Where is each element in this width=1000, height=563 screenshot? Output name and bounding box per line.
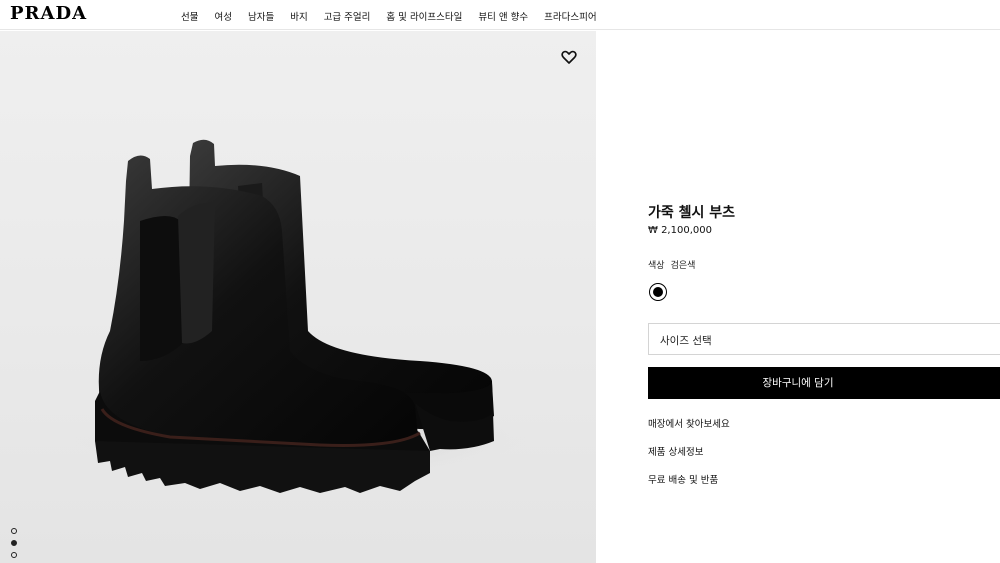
top-navigation-bar: PRADA 선물 여성 남자들 바지 고급 주얼리 홈 및 라이프스타일 뷰티 … [0, 0, 1000, 30]
nav-item-pradasphere[interactable]: 프라다스피어 [544, 9, 596, 23]
shipping-returns-link[interactable]: 무료 배송 및 반품 [648, 472, 718, 486]
nav-item-gifts[interactable]: 선물 [181, 9, 198, 23]
product-price: ₩ 2,100,000 [648, 225, 712, 236]
product-details-link[interactable]: 제품 상세정보 [648, 444, 703, 458]
nav-item-pants[interactable]: 바지 [290, 9, 307, 23]
color-swatch-black[interactable] [649, 283, 667, 301]
nav-item-home-lifestyle[interactable]: 홈 및 라이프스타일 [386, 9, 462, 23]
gallery-dot-2[interactable] [11, 540, 17, 546]
product-image-boots [70, 139, 530, 493]
nav-item-men[interactable]: 남자들 [248, 9, 274, 23]
product-title: 가죽 첼시 부츠 [648, 205, 736, 221]
gallery-dot-1[interactable] [11, 528, 17, 534]
color-value: 검은색 [670, 261, 696, 271]
main-nav: 선물 여성 남자들 바지 고급 주얼리 홈 및 라이프스타일 뷰티 앤 향수 프… [181, 9, 597, 23]
product-info-panel: 가죽 첼시 부츠 ₩ 2,100,000 색상 검은색 사이즈 선택 장바구니에 … [596, 31, 1000, 563]
gallery-pagination [11, 528, 17, 558]
nav-item-beauty-fragrance[interactable]: 뷰티 앤 향수 [478, 9, 528, 23]
wishlist-heart-icon[interactable] [560, 48, 578, 66]
find-in-store-link[interactable]: 매장에서 찾아보세요 [648, 416, 730, 430]
add-to-cart-button[interactable]: 장바구니에 담기 [648, 367, 1000, 399]
size-select[interactable]: 사이즈 선택 [648, 323, 1000, 355]
gallery-dot-3[interactable] [11, 552, 17, 558]
color-label: 색상 [648, 261, 665, 271]
prada-logo[interactable]: PRADA [10, 3, 87, 24]
add-to-cart-label: 장바구니에 담기 [762, 377, 834, 389]
nav-item-fine-jewelry[interactable]: 고급 주얼리 [324, 9, 371, 23]
product-gallery [0, 31, 596, 563]
color-info: 색상 검은색 [648, 258, 701, 271]
nav-item-women[interactable]: 여성 [214, 9, 231, 23]
